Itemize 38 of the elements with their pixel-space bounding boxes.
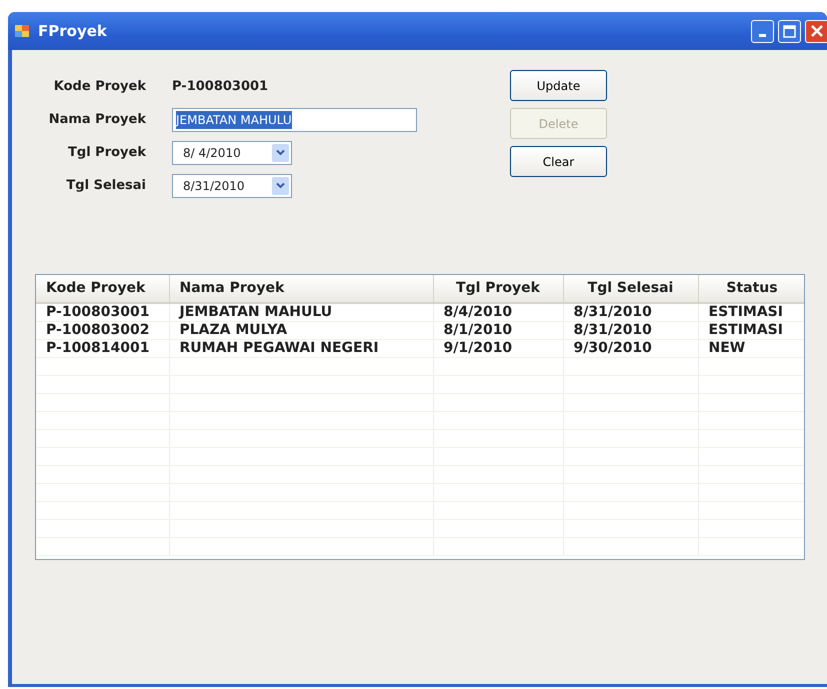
close-button[interactable] — [805, 20, 827, 42]
table-cell: NEW — [698, 339, 804, 357]
table-cell: P-100803002 — [36, 321, 169, 339]
column-header[interactable]: Kode Proyek — [36, 275, 169, 303]
table-cell: 9/30/2010 — [563, 339, 698, 357]
table-cell: PLAZA MULYA — [169, 321, 433, 339]
column-header[interactable]: Nama Proyek — [169, 275, 433, 303]
name-input-field[interactable]: JEMBATAN MAHULU — [172, 108, 417, 132]
maximize-icon — [783, 24, 796, 38]
table-cell: JEMBATAN MAHULU — [169, 303, 433, 321]
column-header[interactable]: Status — [698, 275, 804, 303]
project-code: P-100803001 — [172, 78, 268, 94]
minimize-icon — [759, 34, 766, 36]
table-cell: 8/1/2010 — [433, 321, 563, 339]
field-label: Tgl Selesai — [65, 176, 146, 195]
table-cell: RUMAH PEGAWAI NEGERI — [169, 339, 433, 357]
table-cell: P-100814001 — [36, 339, 169, 357]
maximize-button[interactable] — [778, 20, 801, 42]
table-cell: ESTIMASI — [698, 321, 804, 339]
column-header[interactable]: Tgl Proyek — [433, 275, 563, 303]
window-title: FProyek — [38, 20, 107, 42]
app-icon — [14, 23, 30, 39]
action-button[interactable]: Update — [510, 70, 607, 101]
table-cell: 8/31/2010 — [563, 303, 698, 321]
action-button[interactable]: Clear — [510, 146, 607, 177]
table-cell: 8/31/2010 — [563, 321, 698, 339]
table-cell: ESTIMASI — [698, 303, 804, 321]
table-cell: P-100803001 — [36, 303, 169, 321]
table-cell: 8/4/2010 — [433, 303, 563, 321]
minimize-button[interactable] — [751, 20, 774, 42]
date-picker[interactable]: 8/ 4/2010 — [172, 140, 292, 164]
field-label: Kode Proyek — [52, 78, 146, 96]
table-cell: 9/1/2010 — [433, 339, 563, 357]
column-header[interactable]: Tgl Selesai — [563, 275, 698, 303]
field-label: Tgl Proyek — [67, 144, 146, 162]
close-icon — [810, 24, 824, 38]
date-picker[interactable]: 8/31/2010 — [172, 174, 292, 198]
field-label: Nama Proyek — [48, 110, 146, 129]
